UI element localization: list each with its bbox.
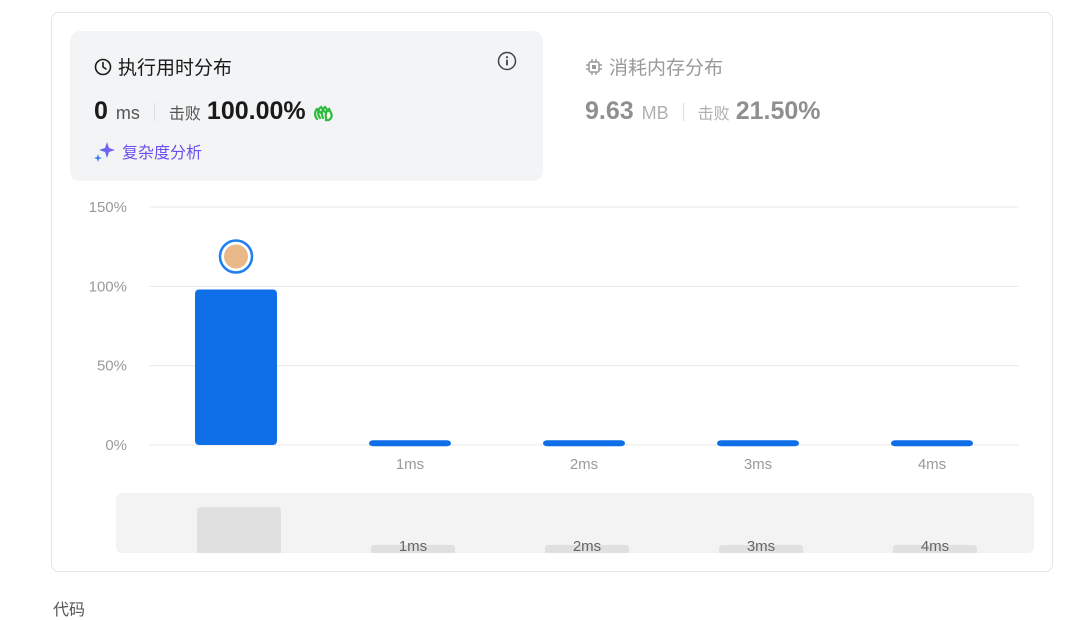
y-tick-label: 150% [89, 199, 127, 216]
code-section-label: 代码 [53, 602, 86, 619]
runtime-bar-chart[interactable]: 0% 50% 100% 150% 1ms 2ms 3ms 4ms [52, 13, 1052, 483]
minimap-label: 4ms [921, 538, 949, 553]
chart-bar[interactable] [717, 440, 799, 447]
minimap-label: 1ms [399, 538, 427, 553]
x-tick-label: 2ms [570, 456, 598, 473]
x-tick-label: 3ms [744, 456, 772, 473]
chart-bar[interactable] [369, 440, 451, 447]
x-tick-label: 1ms [396, 456, 424, 473]
x-tick-label: 4ms [918, 456, 946, 473]
chart-minimap[interactable]: 1ms 2ms 3ms 4ms [116, 493, 1034, 553]
minimap-bars: 1ms 2ms 3ms 4ms [197, 507, 977, 553]
y-tick-label: 100% [89, 278, 127, 295]
chart-bar[interactable] [891, 440, 973, 447]
chart-bar[interactable] [195, 289, 277, 445]
y-tick-label: 50% [97, 358, 127, 375]
runtime-distribution-panel: 执行用时分布 0 ms 击败 100.00% 复杂度分析 消耗内存分布 9.63… [51, 12, 1053, 572]
avatar-image [224, 244, 248, 269]
chart-bar[interactable] [543, 440, 625, 447]
minimap-label: 3ms [747, 538, 775, 553]
minimap-bar [197, 507, 281, 553]
minimap-label: 2ms [573, 538, 601, 553]
y-tick-label: 0% [105, 437, 127, 454]
